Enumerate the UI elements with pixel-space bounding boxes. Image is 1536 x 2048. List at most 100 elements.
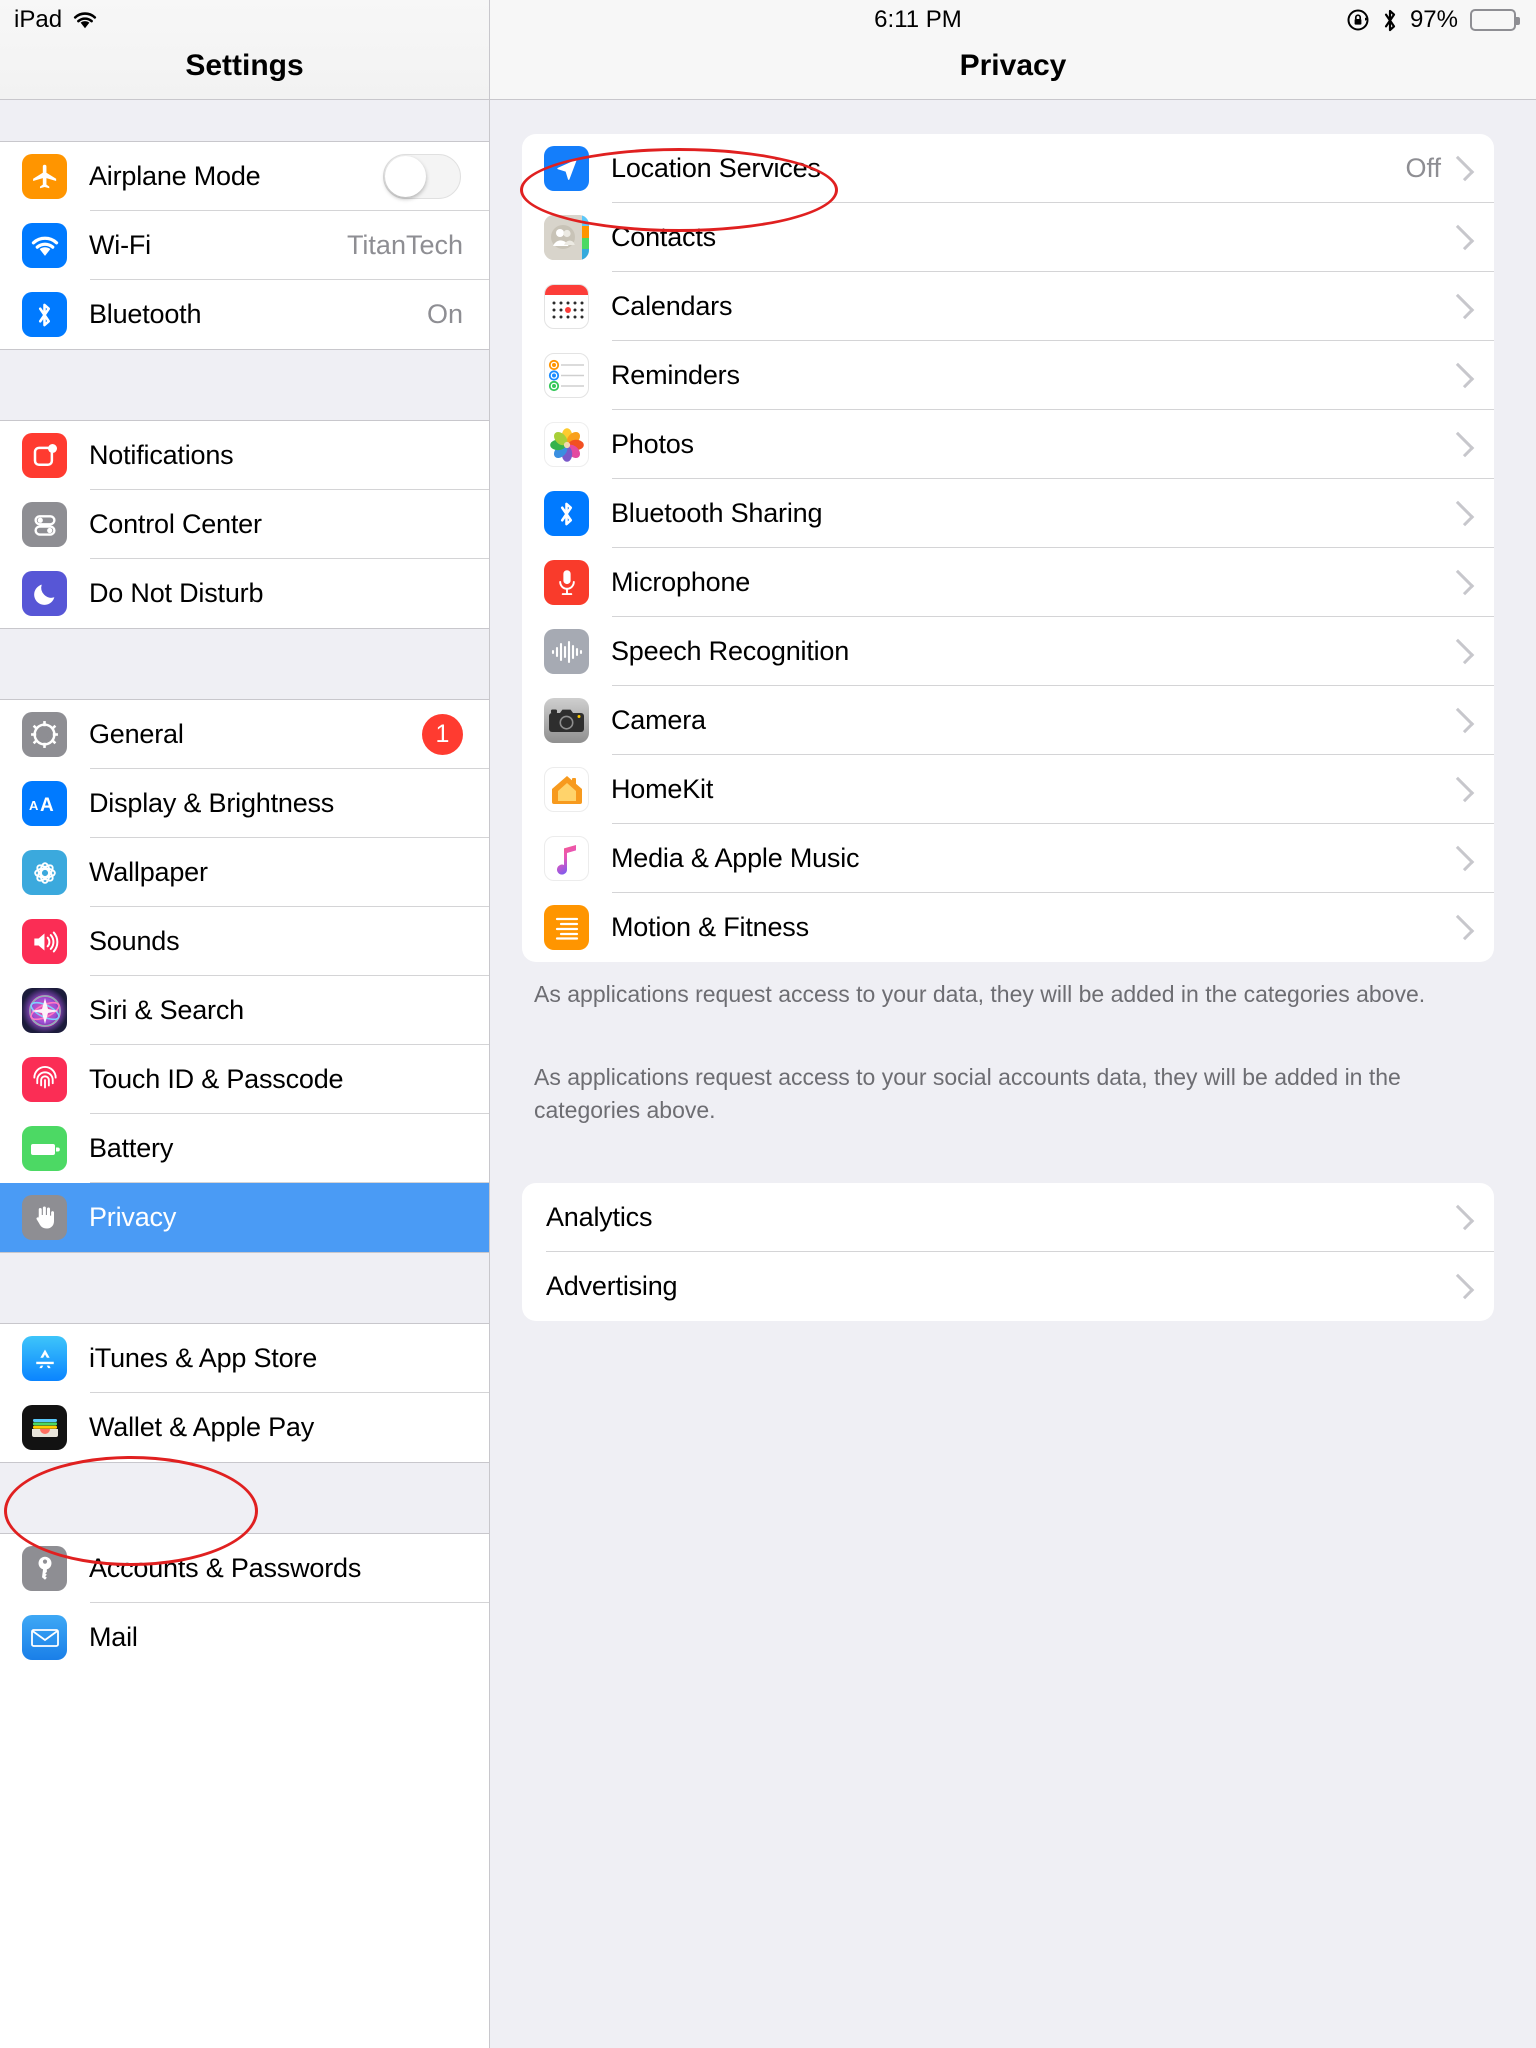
svg-text:A: A [29,798,39,813]
privacy-row-speech-recognition[interactable]: Speech Recognition [522,617,1494,686]
privacy-row-analytics[interactable]: Analytics [522,1183,1494,1252]
privacy-row-label: Speech Recognition [611,636,850,666]
privacy-extras-card: Analytics Advertising [522,1183,1494,1321]
device-label: iPad [14,6,63,33]
ipad-settings-screen: iPad 6:11 PM 97% Settings Airplane Mode … [0,0,1536,2048]
privacy-row-camera[interactable]: Camera [522,686,1494,755]
sidebar-gap [0,349,489,421]
sidebar-group-accounts: Accounts & Passwords Mail [0,1534,489,1672]
privacy-row-label: Bluetooth Sharing [611,498,823,528]
status-badge: 1 [422,714,463,755]
contacts-icon [544,215,589,260]
privacy-row-photos[interactable]: Photos [522,410,1494,479]
airplane-icon [22,154,67,199]
touch-id-icon [22,1057,67,1102]
sidebar-item-label: Display & Brightness [89,788,335,818]
sidebar-gap [0,100,489,142]
sidebar-item-sounds[interactable]: Sounds [0,907,489,976]
privacy-row-label: Camera [611,705,706,735]
chevron-right-icon [1448,362,1475,389]
privacy-row-label: Microphone [611,567,751,597]
sidebar-item-wallpaper[interactable]: Wallpaper [0,838,489,907]
chevron-right-icon [1448,293,1475,320]
privacy-permissions-card: Location Services Off Contacts Calendars… [522,134,1494,962]
control-center-icon [22,502,67,547]
privacy-row-reminders[interactable]: Reminders [522,341,1494,410]
sidebar-item-accounts-passwords[interactable]: Accounts & Passwords [0,1534,489,1603]
mail-icon [22,1615,67,1660]
sidebar-item-battery[interactable]: Battery [0,1114,489,1183]
sidebar-item-notifications[interactable]: Notifications [0,421,489,490]
location-arrow-icon [544,146,589,191]
sidebar-item-label: Notifications [89,440,234,470]
gear-icon [22,712,67,757]
sidebar-item-display-brightness[interactable]: A A Display & Brightness [0,769,489,838]
chevron-right-icon [1448,914,1475,941]
battery-icon [22,1126,67,1171]
privacy-row-motion-fitness[interactable]: Motion & Fitness [522,893,1494,962]
privacy-row-label: Calendars [611,291,733,321]
sidebar-item-bluetooth[interactable]: Bluetooth On [0,280,489,349]
airplane-mode-toggle[interactable] [383,154,461,199]
sidebar-item-label: Touch ID & Passcode [89,1064,344,1094]
privacy-row-advertising[interactable]: Advertising [522,1252,1494,1321]
photos-icon [544,422,589,467]
sidebar-item-label: Wi-Fi [89,230,151,260]
chevron-right-icon [1448,569,1475,596]
privacy-row-location-services[interactable]: Location Services Off [522,134,1494,203]
wifi-icon [22,223,67,268]
privacy-hand-icon [22,1195,67,1240]
sidebar-item-label: Accounts & Passwords [89,1553,362,1583]
do-not-disturb-icon [22,571,67,616]
sidebar-item-label: Wallpaper [89,857,208,887]
sidebar-gap [0,1252,489,1324]
sidebar-item-label: Wallet & Apple Pay [89,1412,315,1442]
sidebar-item-label: Bluetooth [89,299,202,329]
sidebar-item-label: Mail [89,1622,138,1652]
sidebar-item-general[interactable]: General 1 [0,700,489,769]
sidebar-gap [0,628,489,700]
bluetooth-state-value: On [426,299,463,329]
sidebar-item-itunes-app-store[interactable]: iTunes & App Store [0,1324,489,1393]
sidebar-item-label: iTunes & App Store [89,1343,318,1373]
chevron-right-icon [1448,224,1475,251]
sidebar-item-label: Battery [89,1133,174,1163]
location-services-value: Off [1405,153,1441,183]
privacy-row-microphone[interactable]: Microphone [522,548,1494,617]
chevron-right-icon [1448,776,1475,803]
bluetooth-icon [544,491,589,536]
privacy-row-contacts[interactable]: Contacts [522,203,1494,272]
privacy-row-homekit[interactable]: HomeKit [522,755,1494,824]
sidebar-item-label: Do Not Disturb [89,578,264,608]
sidebar-item-touch-id-passcode[interactable]: Touch ID & Passcode [0,1045,489,1114]
sidebar-group-store: iTunes & App Store Wallet & Apple Pay [0,1324,489,1462]
rotation-lock-icon [1346,8,1370,32]
privacy-row-label: Location Services [611,153,821,183]
sidebar-item-airplane-mode[interactable]: Airplane Mode [0,142,489,211]
sidebar-item-mail[interactable]: Mail [0,1603,489,1672]
wifi-network-value: TitanTech [346,230,463,260]
notifications-icon [22,433,67,478]
privacy-row-label: Photos [611,429,694,459]
apple-music-icon [544,836,589,881]
camera-icon [544,698,589,743]
sidebar-item-do-not-disturb[interactable]: Do Not Disturb [0,559,489,628]
privacy-row-media-apple-music[interactable]: Media & Apple Music [522,824,1494,893]
settings-sidebar: Settings Airplane Mode Wi-Fi TitanTech B… [0,0,490,2048]
wifi-icon [72,10,98,30]
chevron-right-icon [1448,155,1475,182]
sidebar-item-control-center[interactable]: Control Center [0,490,489,559]
key-icon [22,1546,67,1591]
sidebar-item-wallet-apple-pay[interactable]: Wallet & Apple Pay [0,1393,489,1462]
privacy-detail-pane: Privacy Location Services Off Contacts C… [490,0,1536,2048]
privacy-row-label: Reminders [611,360,740,390]
sidebar-item-label: Privacy [89,1202,177,1232]
sidebar-item-label: Airplane Mode [89,161,261,191]
privacy-row-bluetooth-sharing[interactable]: Bluetooth Sharing [522,479,1494,548]
sidebar-item-siri-search[interactable]: Siri & Search [0,976,489,1045]
microphone-icon [544,560,589,605]
sidebar-item-privacy[interactable]: Privacy [0,1183,489,1252]
homekit-icon [544,767,589,812]
sidebar-item-wifi[interactable]: Wi-Fi TitanTech [0,211,489,280]
privacy-row-calendars[interactable]: Calendars [522,272,1494,341]
